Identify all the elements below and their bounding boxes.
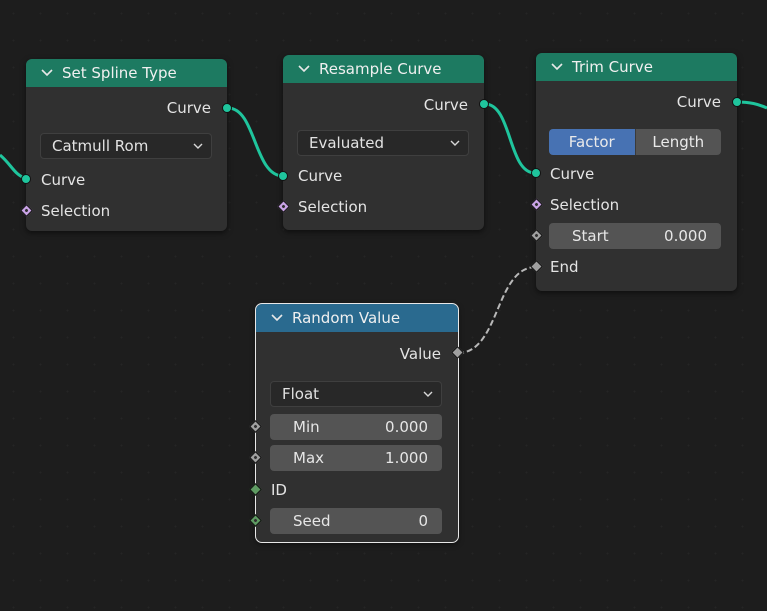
field-value: 1.000: [385, 449, 428, 467]
field-label: Start: [572, 227, 609, 245]
node-resample-curve[interactable]: Resample Curve Curve Evaluated Curve Sel…: [283, 55, 484, 230]
max-field[interactable]: Max 1.000: [270, 445, 442, 471]
output-label-curve: Curve: [676, 93, 721, 111]
link-set-spline-to-resample[interactable]: [227, 106, 284, 178]
socket-input-curve[interactable]: [278, 171, 288, 181]
node-header[interactable]: Trim Curve: [536, 53, 737, 81]
input-label-id: ID: [271, 481, 287, 499]
chevron-down-icon: [193, 143, 203, 149]
link-resample-to-trim[interactable]: [484, 102, 536, 175]
chevron-down-icon[interactable]: [40, 66, 54, 80]
node-title: Random Value: [292, 309, 401, 327]
socket-output-curve[interactable]: [479, 99, 489, 109]
field-value: 0.000: [385, 418, 428, 436]
trim-mode-toggle[interactable]: Factor Length: [549, 129, 721, 155]
input-label-selection: Selection: [550, 196, 620, 214]
input-label-selection: Selection: [41, 202, 111, 220]
input-label-end: End: [550, 258, 579, 276]
socket-input-curve[interactable]: [531, 168, 541, 178]
chevron-down-icon[interactable]: [550, 60, 564, 74]
node-title: Resample Curve: [319, 60, 442, 78]
resample-mode-dropdown[interactable]: Evaluated: [297, 130, 469, 156]
seed-field[interactable]: Seed 0: [270, 508, 442, 534]
chevron-down-icon: [450, 140, 460, 146]
chevron-down-icon[interactable]: [270, 311, 284, 325]
output-label-curve: Curve: [423, 96, 468, 114]
node-title: Trim Curve: [572, 58, 653, 76]
dropdown-value: Catmull Rom: [52, 137, 149, 155]
chevron-down-icon: [423, 391, 433, 397]
start-field[interactable]: Start 0.000: [549, 223, 721, 249]
node-trim-curve[interactable]: Trim Curve Curve Factor Length Curve Sel…: [536, 53, 737, 291]
data-type-dropdown[interactable]: Float: [270, 381, 442, 407]
dropdown-value: Evaluated: [309, 134, 385, 152]
chevron-down-icon[interactable]: [297, 62, 311, 76]
field-value: 0.000: [664, 227, 707, 245]
node-header[interactable]: Random Value: [256, 304, 458, 332]
input-label-curve: Curve: [550, 165, 595, 183]
mode-length-button[interactable]: Length: [634, 129, 721, 155]
node-header[interactable]: Set Spline Type: [26, 59, 227, 87]
output-label-curve: Curve: [166, 99, 211, 117]
field-label: Min: [293, 418, 320, 436]
node-title: Set Spline Type: [62, 64, 177, 82]
input-label-selection: Selection: [298, 198, 368, 216]
node-random-value[interactable]: Random Value Value Float Min 0.000 Max 1…: [255, 303, 459, 543]
node-set-spline-type[interactable]: Set Spline Type Curve Catmull Rom Curve …: [26, 59, 227, 231]
input-label-curve: Curve: [298, 167, 343, 185]
min-field[interactable]: Min 0.000: [270, 414, 442, 440]
dropdown-value: Float: [282, 385, 320, 403]
socket-input-curve[interactable]: [21, 174, 31, 184]
node-header[interactable]: Resample Curve: [283, 55, 484, 83]
output-label-value: Value: [399, 345, 441, 363]
input-label-curve: Curve: [41, 171, 86, 189]
spline-type-dropdown[interactable]: Catmull Rom: [40, 133, 212, 159]
link-random-value-to-end[interactable]: [457, 266, 537, 354]
socket-output-curve[interactable]: [732, 97, 742, 107]
field-label: Max: [293, 449, 325, 467]
field-label: Seed: [293, 512, 331, 530]
socket-output-curve[interactable]: [222, 103, 232, 113]
field-value: 0: [418, 512, 428, 530]
mode-factor-button[interactable]: Factor: [549, 129, 635, 155]
